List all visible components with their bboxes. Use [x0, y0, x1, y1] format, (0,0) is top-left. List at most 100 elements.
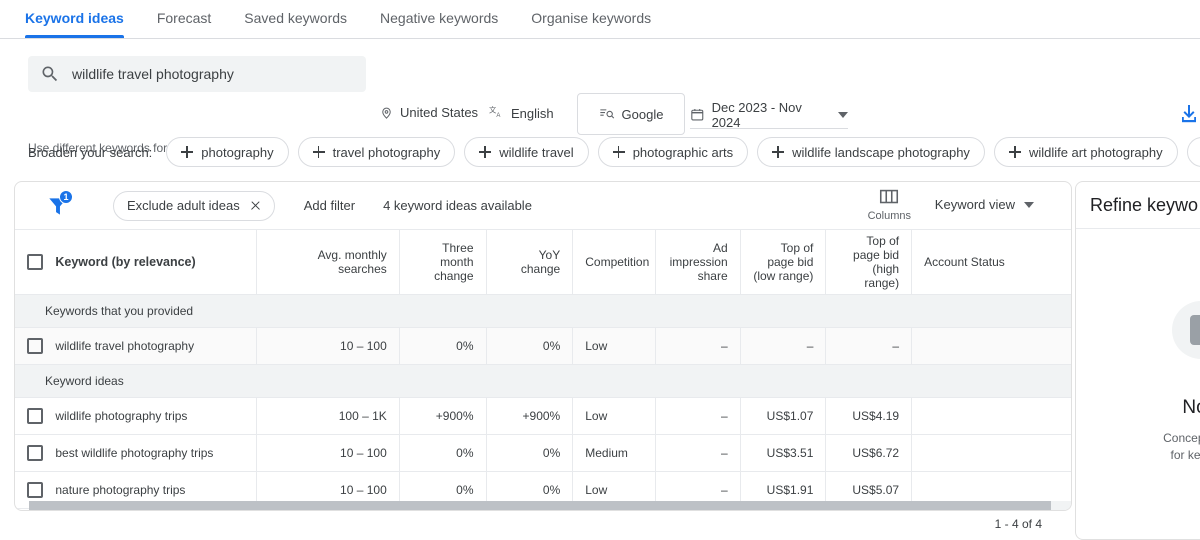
- tab-saved-keywords[interactable]: Saved keywords: [244, 0, 347, 37]
- cell-ad-impression-share: –: [655, 397, 741, 435]
- keyword-planner-app: Keyword ideas Forecast Saved keywords Ne…: [0, 0, 1200, 540]
- row-select-cell: [15, 397, 56, 435]
- keyword-view-selector[interactable]: Keyword view: [935, 197, 1034, 212]
- broaden-chip[interactable]: travel photography: [297, 137, 456, 167]
- cell-avg-monthly-searches: 10 – 100: [256, 327, 400, 365]
- keyword-ideas-card: 1 Exclude adult ideas Add filter 4 keywo…: [14, 181, 1072, 511]
- location-pin-icon: [382, 107, 391, 119]
- refine-panel-empty-state: No Concepts for key: [1076, 229, 1200, 464]
- horizontal-scrollbar[interactable]: [29, 501, 1071, 510]
- broaden-chip-label: wildlife travel: [499, 144, 574, 160]
- search-input[interactable]: wildlife travel photography: [28, 56, 366, 92]
- broaden-chip[interactable]: photography: [166, 137, 289, 167]
- network-label: Google: [621, 106, 664, 122]
- empty-state-subtitle-line1: Concepts: [1163, 431, 1200, 445]
- table-toolbar: 1 Exclude adult ideas Add filter 4 keywo…: [15, 182, 1071, 230]
- tab-bar: Keyword ideas Forecast Saved keywords Ne…: [0, 0, 1200, 39]
- th-ad-impression-share[interactable]: Ad impression share: [655, 230, 741, 295]
- exclude-adult-ideas-chip[interactable]: Exclude adult ideas: [113, 190, 275, 221]
- th-avg-monthly-searches[interactable]: Avg. monthly searches: [256, 230, 400, 295]
- keyword-table: Keyword (by relevance) Avg. monthly sear…: [15, 230, 1071, 509]
- th-competition[interactable]: Competition: [572, 230, 656, 295]
- plus-icon: [772, 146, 785, 158]
- chevron-down-icon: [1024, 201, 1034, 208]
- broaden-search-row: Broaden your search: photography travel …: [0, 124, 1200, 180]
- table-row[interactable]: best wildlife photography trips 10 – 100…: [15, 434, 1071, 472]
- close-icon[interactable]: [250, 200, 261, 211]
- columns-button[interactable]: Columns: [868, 186, 911, 222]
- broaden-chip-label: travel photography: [332, 144, 441, 160]
- cell-keyword: wildlife photography trips: [55, 397, 257, 435]
- exclude-chip-label: Exclude adult ideas: [127, 198, 240, 213]
- columns-label: Columns: [867, 210, 911, 222]
- search-row: wildlife travel photography Use differen…: [0, 39, 1200, 155]
- group-title: Keyword ideas: [15, 364, 1071, 398]
- add-filter-label: Add filter: [303, 198, 356, 213]
- cell-three-month-change: 0%: [399, 327, 487, 365]
- tab-forecast[interactable]: Forecast: [157, 0, 211, 37]
- cell-keyword: best wildlife photography trips: [55, 434, 257, 472]
- filter-button[interactable]: 1: [45, 189, 73, 219]
- broaden-label: Broaden your search:: [28, 144, 153, 160]
- cell-three-month-change: 0%: [399, 434, 487, 472]
- cell-yoy-change: 0%: [486, 327, 574, 365]
- broaden-chip[interactable]: photographic arts: [597, 137, 749, 167]
- row-checkbox[interactable]: [27, 482, 44, 498]
- network-search-icon: [599, 109, 614, 119]
- pagination-label: 1 - 4 of 4: [994, 517, 1042, 531]
- broaden-chip[interactable]: wildlife travel: [464, 137, 589, 167]
- table-row[interactable]: wildlife photography trips 100 – 1K +900…: [15, 397, 1071, 435]
- download-button[interactable]: [1178, 102, 1200, 126]
- cell-bid-low: US$1.07: [740, 397, 827, 435]
- keyword-view-label: Keyword view: [934, 197, 1015, 212]
- th-bid-low[interactable]: Top of page bid (low range): [740, 230, 827, 295]
- plus-icon: [1008, 146, 1021, 158]
- svg-text:A: A: [496, 113, 500, 119]
- row-select-cell: [15, 327, 56, 365]
- cell-yoy-change: +900%: [486, 397, 574, 435]
- row-checkbox[interactable]: [27, 338, 44, 354]
- language-label: English: [511, 105, 554, 121]
- translate-icon: 文A: [489, 105, 500, 119]
- add-filter-button[interactable]: Add filter: [304, 198, 355, 213]
- group-title: Keywords that you provided: [15, 294, 1071, 328]
- th-yoy-change[interactable]: YoY change: [486, 230, 574, 295]
- cell-yoy-change: 0%: [486, 434, 574, 472]
- group-header-row: Keyword ideas: [15, 364, 1071, 398]
- language-selector[interactable]: 文A English: [489, 105, 554, 121]
- columns-icon: [880, 189, 899, 204]
- row-checkbox[interactable]: [27, 408, 44, 424]
- location-selector[interactable]: United States: [379, 105, 478, 120]
- plus-icon: [479, 146, 492, 158]
- tab-negative-keywords[interactable]: Negative keywords: [380, 0, 498, 37]
- row-checkbox[interactable]: [27, 445, 44, 461]
- chevron-down-icon: [838, 111, 848, 118]
- broaden-chip-label: wildlife art photography: [1028, 144, 1163, 160]
- ideas-available-text: 4 keyword ideas available: [383, 198, 532, 213]
- cell-account-status: [911, 327, 1071, 365]
- tab-keyword-ideas[interactable]: Keyword ideas: [25, 0, 124, 38]
- empty-state-illustration-icon: [1171, 301, 1200, 359]
- broaden-chip[interactable]: wildlife landscape photography: [757, 137, 985, 167]
- table-header-row: Keyword (by relevance) Avg. monthly sear…: [15, 230, 1071, 295]
- search-icon: [40, 64, 60, 84]
- tab-organise-keywords[interactable]: Organise keywords: [531, 0, 651, 37]
- row-select-cell: [15, 434, 56, 472]
- tab-label: Forecast: [156, 10, 212, 26]
- scrollbar-thumb[interactable]: [29, 501, 1051, 510]
- broaden-chip[interactable]: wildlife animal photography: [1186, 137, 1200, 167]
- select-all-checkbox[interactable]: [27, 254, 44, 270]
- cell-bid-low: –: [740, 327, 827, 365]
- table-row[interactable]: wildlife travel photography 10 – 100 0% …: [15, 327, 1071, 365]
- th-keyword[interactable]: Keyword (by relevance): [55, 230, 257, 295]
- th-three-month-change[interactable]: Three month change: [399, 230, 487, 295]
- calendar-icon: [691, 109, 704, 121]
- broaden-chip[interactable]: wildlife art photography: [993, 137, 1178, 167]
- cell-ad-impression-share: –: [655, 434, 741, 472]
- th-bid-high[interactable]: Top of page bid (high range): [825, 230, 913, 295]
- th-account-status[interactable]: Account Status: [911, 230, 1071, 295]
- empty-state-subtitle: Concepts for key: [1122, 430, 1200, 464]
- cell-avg-monthly-searches: 100 – 1K: [256, 397, 400, 435]
- select-all-cell: [15, 230, 56, 295]
- cell-keyword: wildlife travel photography: [55, 327, 257, 365]
